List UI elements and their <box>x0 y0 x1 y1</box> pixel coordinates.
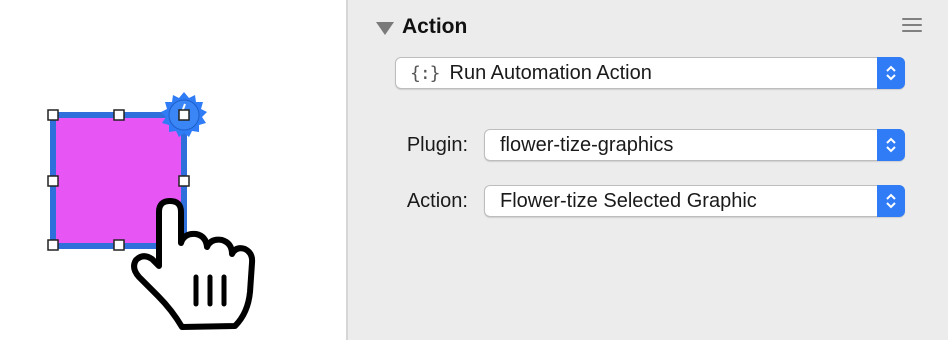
handle-top-left <box>47 109 59 121</box>
action-section-header[interactable]: Action <box>376 12 467 42</box>
curly-braces-icon: {:} <box>410 62 440 84</box>
handle-middle-left <box>47 175 59 187</box>
popup-stepper-icon[interactable] <box>877 57 905 89</box>
action-popup[interactable]: Flower-tize Selected Graphic <box>484 185 905 217</box>
hamburger-menu-icon[interactable] <box>902 18 922 34</box>
action-type-popup[interactable]: {:} Run Automation Action <box>395 57 905 89</box>
action-type-value: Run Automation Action <box>449 61 652 84</box>
action-label: Action: <box>406 190 468 212</box>
section-title: Action <box>402 15 468 38</box>
plugin-label: Plugin: <box>406 134 468 156</box>
handle-top-middle <box>113 109 125 121</box>
action-value: Flower-tize Selected Graphic <box>500 189 757 212</box>
canvas-drawing <box>47 92 256 330</box>
disclosure-triangle-icon[interactable] <box>376 21 394 35</box>
graphics-canvas[interactable] <box>0 0 346 340</box>
handle-bottom-middle <box>113 239 125 251</box>
plugin-popup[interactable]: flower-tize-graphics <box>484 129 905 161</box>
popup-stepper-icon[interactable] <box>877 129 905 161</box>
handle-middle-right <box>178 175 190 187</box>
handle-bottom-left <box>47 239 59 251</box>
inspector-panel: Action {:} Run Automation Action Plugin:… <box>346 0 948 340</box>
popup-stepper-icon[interactable] <box>877 185 905 217</box>
plugin-value: flower-tize-graphics <box>500 133 674 156</box>
